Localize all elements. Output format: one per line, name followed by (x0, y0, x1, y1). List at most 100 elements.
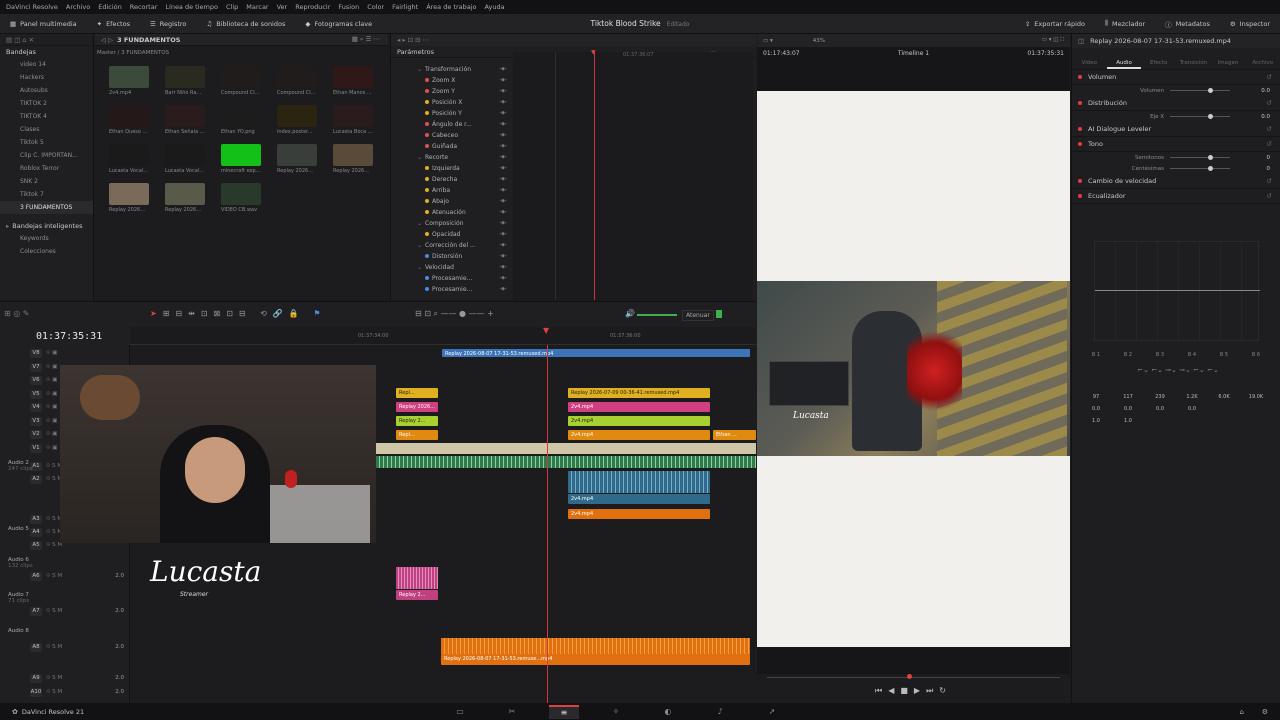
enable-dot-icon[interactable] (1078, 75, 1082, 79)
keyframe-nav-icons[interactable]: ‹◆› (499, 253, 507, 259)
parameter-row[interactable]: ⌄ Velocidad ‹◆› (391, 262, 511, 273)
keyframe-nav-icons[interactable]: ‹◆› (499, 264, 507, 270)
clip-thumbnail[interactable] (277, 144, 317, 166)
attenuate-button[interactable]: Atenuar (682, 310, 714, 321)
inspector-section-header[interactable]: Tono ↺ (1072, 137, 1280, 152)
clip-thumbnail[interactable] (277, 66, 317, 88)
parameter-row[interactable]: Posición Y ‹◆› (391, 108, 511, 119)
enable-dot-icon[interactable] (1078, 179, 1082, 183)
clip-thumbnail[interactable] (277, 105, 317, 127)
bin-item[interactable]: Clip C. IMPORTAN... (0, 149, 93, 162)
track-controls-icons[interactable]: ⟐ S M (46, 675, 62, 682)
parameter-row[interactable]: Procesamie... ‹◆› (391, 273, 511, 284)
slider-handle[interactable] (1208, 166, 1213, 171)
settings-icon[interactable]: ⚙ (1262, 708, 1268, 716)
eq-value[interactable]: 1.0 (1080, 418, 1112, 424)
inspector-button[interactable]: ⚙ Inspector (1220, 19, 1280, 29)
menu-item-2[interactable]: Edición (98, 3, 122, 11)
media-page-icon[interactable]: ▭ (445, 705, 475, 719)
track-controls-icons[interactable]: ⟐ ▣ (46, 431, 57, 438)
clip-thumbnail[interactable] (165, 66, 205, 88)
fairlight-page-icon[interactable]: ♪ (705, 705, 735, 719)
clip-thumbnail[interactable] (165, 183, 205, 205)
timeline-clip[interactable]: 2v4.mp4 (568, 402, 710, 412)
log-button[interactable]: ☰ Registro (140, 20, 196, 28)
parameter-row[interactable]: ⌄ Composición ‹◆› (391, 218, 511, 229)
bin-item[interactable]: Autosubs (0, 84, 93, 97)
parameter-row[interactable]: Ángulo de r... ‹◆› (391, 119, 511, 130)
timeline-clip[interactable]: Replay 2026-08-07 17-31-53.remuxed.mp4 (442, 349, 750, 357)
enable-dot-icon[interactable] (1078, 127, 1082, 131)
timeline-clip[interactable]: Repl... (396, 388, 438, 398)
track-controls-icons[interactable]: ⟐ ▣ (46, 404, 57, 411)
eq-value[interactable]: 0.0 (1176, 406, 1208, 412)
parameter-row[interactable]: Abajo ‹◆› (391, 196, 511, 207)
slider-track[interactable] (1170, 114, 1230, 119)
deliver-page-icon[interactable]: ➚ (757, 705, 787, 719)
clip-thumbnail[interactable] (165, 144, 205, 166)
eq-value[interactable]: 6.0K (1208, 394, 1240, 400)
parameter-row[interactable]: Derecha ‹◆› (391, 174, 511, 185)
edit-tools[interactable]: ➤⊞⊟⇹⊡⊠⊡⊟ ⟲🔗🔒 ⚑ (150, 309, 327, 318)
parameter-row[interactable]: Arriba ‹◆› (391, 185, 511, 196)
track-volume[interactable]: 2.0 (115, 608, 124, 614)
eq-value[interactable]: 0.0 (1112, 406, 1144, 412)
track-controls-icons[interactable]: ⟐ S M (46, 573, 62, 580)
parameter-row[interactable]: ⌄ Transformación ‹◆› (391, 64, 511, 75)
bin-item[interactable]: Clases (0, 123, 93, 136)
keyframe-nav-icons[interactable]: ‹◆› (499, 176, 507, 182)
keyframes-button[interactable]: ◆ Fotogramas clave (295, 20, 382, 28)
a1-waveform[interactable] (376, 456, 756, 468)
eq-value[interactable]: 1.2K (1176, 394, 1208, 400)
menu-item-13[interactable]: Ayuda (485, 3, 505, 11)
eq-value[interactable]: B 2 (1112, 352, 1144, 358)
clip-thumbnail[interactable] (333, 66, 373, 88)
keyframe-nav-icons[interactable]: ‹◆› (499, 220, 507, 226)
keyframe-playhead[interactable] (594, 52, 595, 300)
view-options-icon[interactable]: ▦ ⌕ ☰ ⋯ (352, 35, 380, 44)
keyframe-nav-icons[interactable]: ‹◆› (499, 286, 507, 292)
clip-thumbnail[interactable] (221, 66, 261, 88)
parameter-row[interactable]: Procesamie... ‹◆› (391, 284, 511, 295)
clip-thumbnail[interactable] (165, 105, 205, 127)
parameter-row[interactable]: Cabeceo ‹◆› (391, 130, 511, 141)
timeline-clip[interactable]: 2v4.mp4 (568, 509, 710, 519)
eq-value[interactable]: B 6 (1240, 352, 1272, 358)
parameter-row[interactable]: Guiñada ‹◆› (391, 141, 511, 152)
keyframe-nav-icons[interactable]: ‹◆› (499, 165, 507, 171)
timeline-clip[interactable]: Repl... (396, 430, 438, 440)
enable-dot-icon[interactable] (1078, 194, 1082, 198)
menu-item-1[interactable]: Archivo (66, 3, 90, 11)
bin-item[interactable]: TIKTOK 2 (0, 97, 93, 110)
bin-item[interactable]: Hackers (0, 71, 93, 84)
timeline-clip[interactable]: Replay 2026... (396, 402, 438, 412)
color-page-icon[interactable]: ◐ (653, 705, 683, 719)
track-volume[interactable]: 2.0 (115, 675, 124, 681)
keyframe-nav-icons[interactable]: ‹◆› (499, 132, 507, 138)
media-pool-button[interactable]: ▦ Panel multimedia (0, 20, 87, 28)
audio-track-header[interactable]: A9 ⟐ S M 2.0 (0, 672, 130, 684)
menu-item-4[interactable]: Línea de tiempo (165, 3, 218, 11)
eq-value[interactable]: 239 (1144, 394, 1176, 400)
parameter-row[interactable]: Opacidad ‹◆› (391, 229, 511, 240)
parameter-row[interactable]: ⌄ Corrección del ... ‹◆› (391, 240, 511, 251)
scrub-playhead[interactable] (907, 674, 912, 679)
menu-item-5[interactable]: Clip (226, 3, 238, 11)
clip-thumbnail[interactable] (109, 183, 149, 205)
slider-handle[interactable] (1208, 155, 1213, 160)
parameter-row[interactable]: Zoom Y ‹◆› (391, 86, 511, 97)
enable-dot-icon[interactable] (1078, 101, 1082, 105)
eq-value[interactable]: B 5 (1208, 352, 1240, 358)
parameter-row[interactable]: ⌄ Recorte ‹◆› (391, 152, 511, 163)
slider-track[interactable] (1170, 166, 1230, 171)
timeline-clip[interactable]: Ethan ... (713, 430, 756, 440)
track-controls-icons[interactable]: ⟐ ▣ (46, 391, 57, 398)
timeline-clip[interactable]: 2v4.mp4 (568, 416, 710, 426)
track-controls-icons[interactable]: ⟐ S M (46, 689, 62, 696)
keyframe-nav-icons[interactable]: ‹◆› (499, 187, 507, 193)
inspector-section-header[interactable]: Distribución ↺ (1072, 96, 1280, 111)
parameter-row[interactable]: Atenuación ‹◆› (391, 207, 511, 218)
clip-thumbnail[interactable] (109, 66, 149, 88)
audio-track-header[interactable]: A8 ⟐ S M 2.0 (0, 641, 130, 653)
bin-item[interactable]: 3 FUNDAMENTOS (0, 201, 93, 214)
